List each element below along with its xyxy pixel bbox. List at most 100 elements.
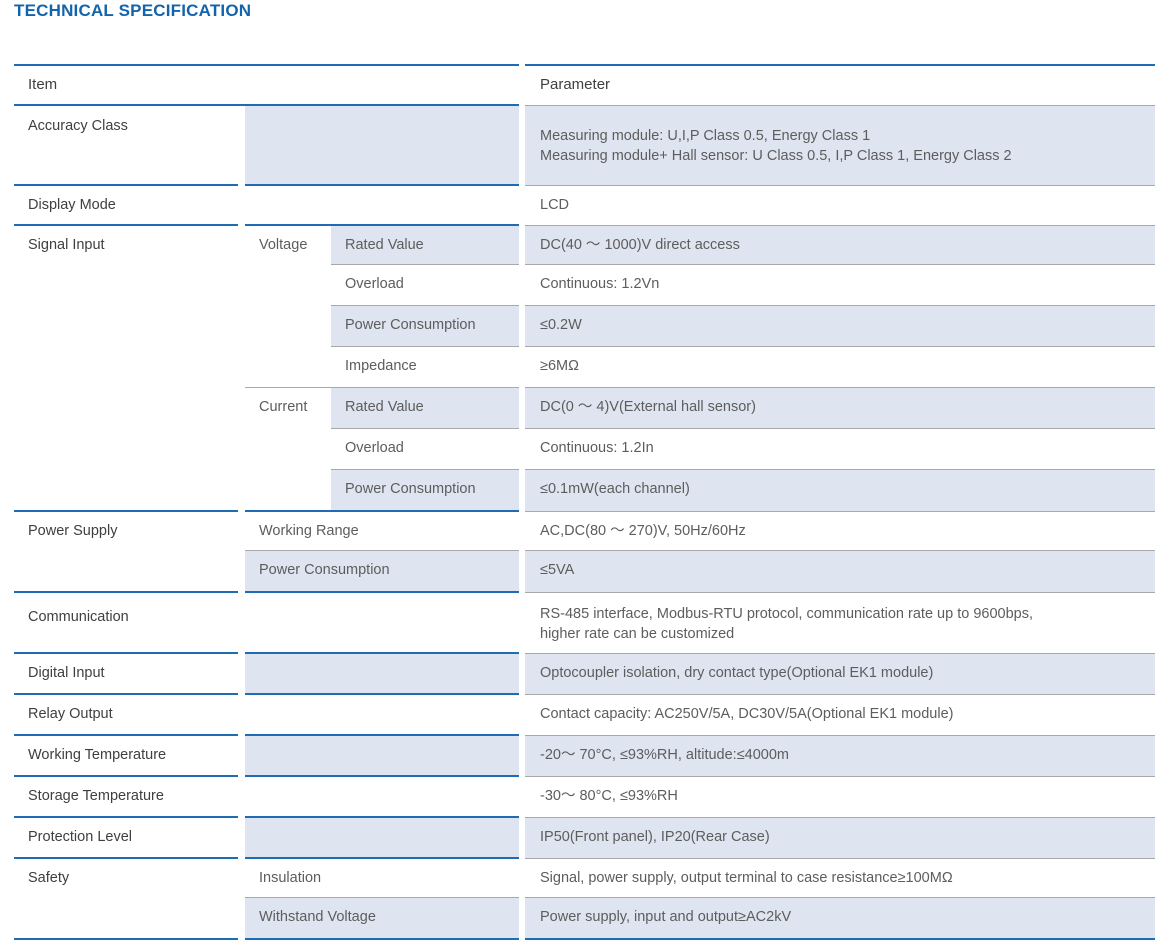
column-gap xyxy=(238,735,245,776)
sub-cell: Power Consumption xyxy=(331,469,519,512)
sub-cell-empty xyxy=(245,735,519,777)
item-cell-protection-level: Protection Level xyxy=(14,817,238,859)
item-label: Accuracy Class xyxy=(28,118,128,134)
param-text: AC,DC(80 ～ 270)V, 50Hz/60Hz xyxy=(525,512,1155,550)
param-text: IP50(Front panel), IP20(Rear Case) xyxy=(525,818,1155,856)
sub-cell: Rated Value xyxy=(331,387,519,429)
param-cell: IP50(Front panel), IP20(Rear Case) xyxy=(525,816,1155,859)
sub-label xyxy=(245,106,519,124)
param-line: DC(0 ～ 4)V(External hall sensor) xyxy=(540,399,756,415)
param-line: -30～ 80°C, ≤93%RH xyxy=(540,787,678,804)
param-line: Signal, power supply, output terminal to… xyxy=(540,869,953,886)
param-cell: Power supply, input and output≥AC2kV xyxy=(525,897,1155,940)
param-cell: ≤0.1mW(each channel) xyxy=(525,469,1155,512)
sub-label: Power Consumption xyxy=(345,317,476,333)
sub-label xyxy=(245,777,519,795)
param-text: Signal, power supply, output terminal to… xyxy=(525,859,1155,897)
param-text: DC(0 ～ 4)V(External hall sensor) xyxy=(525,388,1155,426)
column-gap xyxy=(238,185,245,225)
column-gap xyxy=(238,694,245,735)
param-cell: ≥6MΩ xyxy=(525,346,1155,388)
header-parameter-label: Parameter xyxy=(540,76,611,93)
param-text: DC(40 ～ 1000)V direct access xyxy=(525,226,1155,264)
param-line: RS-485 interface, Modbus-RTU protocol, c… xyxy=(540,605,1033,622)
param-text: ≤0.1mW(each channel) xyxy=(525,470,1155,508)
sub-cell: Power Consumption xyxy=(331,305,519,347)
table-header-row: Item Parameter xyxy=(14,64,1155,106)
param-text: ≤0.2W xyxy=(525,306,1155,344)
sub-cell: Working Range xyxy=(245,510,519,551)
param-text: Power supply, input and output≥AC2kV xyxy=(525,898,1155,936)
item-label: Communication xyxy=(28,609,129,625)
table-row: Power Supply Working Range AC,DC(80 ～ 27… xyxy=(14,510,1155,592)
table-row: Accuracy Class Measuring module: U,I,P C… xyxy=(14,105,1155,186)
table-row: Digital Input Optocoupler isolation, dry… xyxy=(14,652,1155,695)
param-cell: Continuous: 1.2Vn xyxy=(525,264,1155,306)
item-label: Digital Input xyxy=(28,665,105,681)
item-cell-working-temperature: Working Temperature xyxy=(14,735,238,777)
param-text: Continuous: 1.2In xyxy=(525,429,1155,467)
spec-page: TECHNICAL SPECIFICATION Item Parameter A… xyxy=(0,0,1162,940)
param-cell: Continuous: 1.2In xyxy=(525,428,1155,470)
param-cell: -30～ 80°C, ≤93%RH xyxy=(525,776,1155,817)
technical-specification-table: Item Parameter Accuracy Class Measuring … xyxy=(14,64,1155,940)
sub-cell-empty xyxy=(245,817,519,859)
param-line: DC(40 ～ 1000)V direct access xyxy=(540,236,740,253)
param-line: -20～ 70°C, ≤93%RH, altitude:≤4000m xyxy=(540,746,789,763)
sub-label xyxy=(245,736,519,754)
sub-label: Overload xyxy=(345,440,404,456)
param-text: RS-485 interface, Modbus-RTU protocol, c… xyxy=(525,593,1155,653)
param-text: -20～ 70°C, ≤93%RH, altitude:≤4000m xyxy=(525,736,1155,774)
param-text: Contact capacity: AC250V/5A, DC30V/5A(Op… xyxy=(525,695,1155,733)
param-line: ≤0.1mW(each channel) xyxy=(540,481,690,497)
param-text: Continuous: 1.2Vn xyxy=(525,265,1155,303)
group-label: Current xyxy=(259,399,308,415)
param-text: Optocoupler isolation, dry contact type(… xyxy=(525,654,1155,692)
param-line: LCD xyxy=(540,196,570,213)
sub-cell: Power Consumption xyxy=(245,550,519,593)
param-cell: Measuring module: U,I,P Class 0.5, Energ… xyxy=(525,105,1155,186)
sub-label: Rated Value xyxy=(345,399,424,415)
item-cell-communication: Communication xyxy=(14,591,238,654)
param-text: ≤5VA xyxy=(525,551,1155,589)
param-line: Contact capacity: AC250V/5A, DC30V/5A(Op… xyxy=(540,705,954,722)
table-row: Relay Output Contact capacity: AC250V/5A… xyxy=(14,694,1155,736)
item-label: Safety xyxy=(28,870,70,886)
param-text: ≥6MΩ xyxy=(525,347,1155,385)
sub-label: Insulation xyxy=(259,870,322,886)
column-gap xyxy=(238,858,245,939)
item-label: Power Supply xyxy=(28,523,118,539)
group-cell-voltage: Voltage xyxy=(245,224,331,388)
item-label: Storage Temperature xyxy=(28,788,164,804)
sub-cell: Impedance xyxy=(331,346,519,388)
group-cell-current: Current xyxy=(245,387,331,511)
param-cell: ≤0.2W xyxy=(525,305,1155,347)
column-gap xyxy=(238,511,245,592)
group-label: Voltage xyxy=(259,237,308,253)
sub-label: Power Consumption xyxy=(259,562,390,578)
item-cell-safety: Safety xyxy=(14,857,238,940)
item-label: Signal Input xyxy=(28,237,105,253)
item-label: Relay Output xyxy=(28,706,113,722)
sub-label xyxy=(245,654,519,672)
param-cell: ≤5VA xyxy=(525,550,1155,593)
column-gap xyxy=(238,225,245,511)
item-cell-display-mode: Display Mode xyxy=(14,185,238,226)
param-line: Power supply, input and output≥AC2kV xyxy=(540,909,792,925)
param-line: Continuous: 1.2Vn xyxy=(540,276,660,292)
sub-label: Working Range xyxy=(259,523,359,539)
table-row: Communication RS-485 interface, Modbus-R… xyxy=(14,591,1155,654)
param-cell: Optocoupler isolation, dry contact type(… xyxy=(525,652,1155,695)
item-label: Working Temperature xyxy=(28,747,167,763)
param-cell: Contact capacity: AC250V/5A, DC30V/5A(Op… xyxy=(525,694,1155,735)
sub-cell: Rated Value xyxy=(331,224,519,265)
sub-cell-empty xyxy=(245,105,519,186)
param-text: Measuring module: U,I,P Class 0.5, Energ… xyxy=(525,106,1155,175)
item-label: Protection Level xyxy=(28,829,132,845)
item-cell-digital-input: Digital Input xyxy=(14,653,238,695)
param-line: Optocoupler isolation, dry contact type(… xyxy=(540,664,934,681)
param-text: -30～ 80°C, ≤93%RH xyxy=(525,777,1155,815)
column-gap xyxy=(238,817,245,858)
column-gap xyxy=(238,105,245,185)
header-parameter-cell: Parameter xyxy=(525,64,1155,106)
